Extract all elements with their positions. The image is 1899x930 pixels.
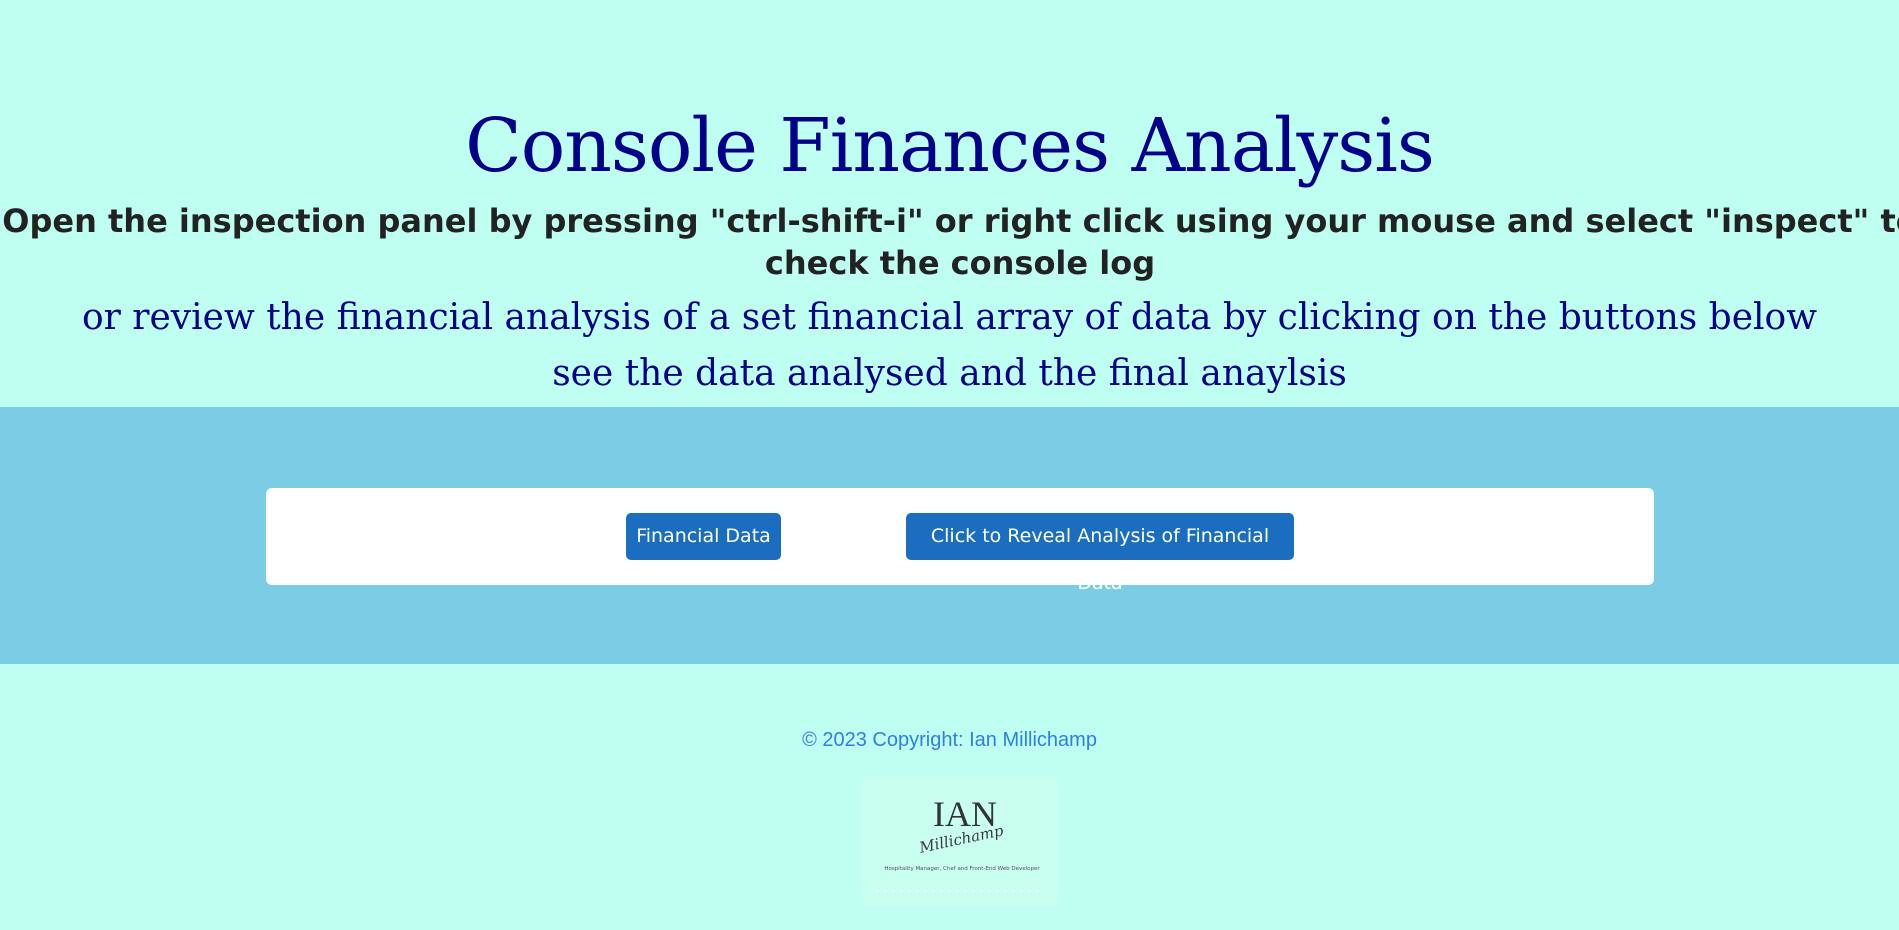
subtitle-line-2: see the data analysed and the final anay… <box>552 353 1347 394</box>
console-instruction: Open the inspection panel by pressing "c… <box>2 202 1899 282</box>
subtitle-line-1: or review the financial analysis of a se… <box>81 297 1818 338</box>
buttons-card: Financial Data Click to Reveal Analysis … <box>266 488 1654 594</box>
financial-data-button[interactable]: Financial Data <box>626 513 781 560</box>
buttons-section: Financial Data Click to Reveal Analysis … <box>0 407 1899 664</box>
page-header: Console Finances Analysis Open the inspe… <box>0 0 1899 407</box>
page-title: Console Finances Analysis <box>465 103 1435 189</box>
logo-image: IAN Millichamp Hospitality Manager, Chef… <box>876 794 1044 892</box>
reveal-analysis-button[interactable]: Click to Reveal Analysis of Financial Da… <box>906 513 1294 594</box>
logo: IAN Millichamp Hospitality Manager, Chef… <box>862 776 1058 906</box>
copyright-text: © 2023 Copyright: Ian Millichamp <box>802 729 1097 751</box>
logo-tagline: Hospitality Manager, Chef and Front-End … <box>884 866 1040 872</box>
page-footer: © 2023 Copyright: Ian Millichamp IAN Mil… <box>0 664 1899 930</box>
